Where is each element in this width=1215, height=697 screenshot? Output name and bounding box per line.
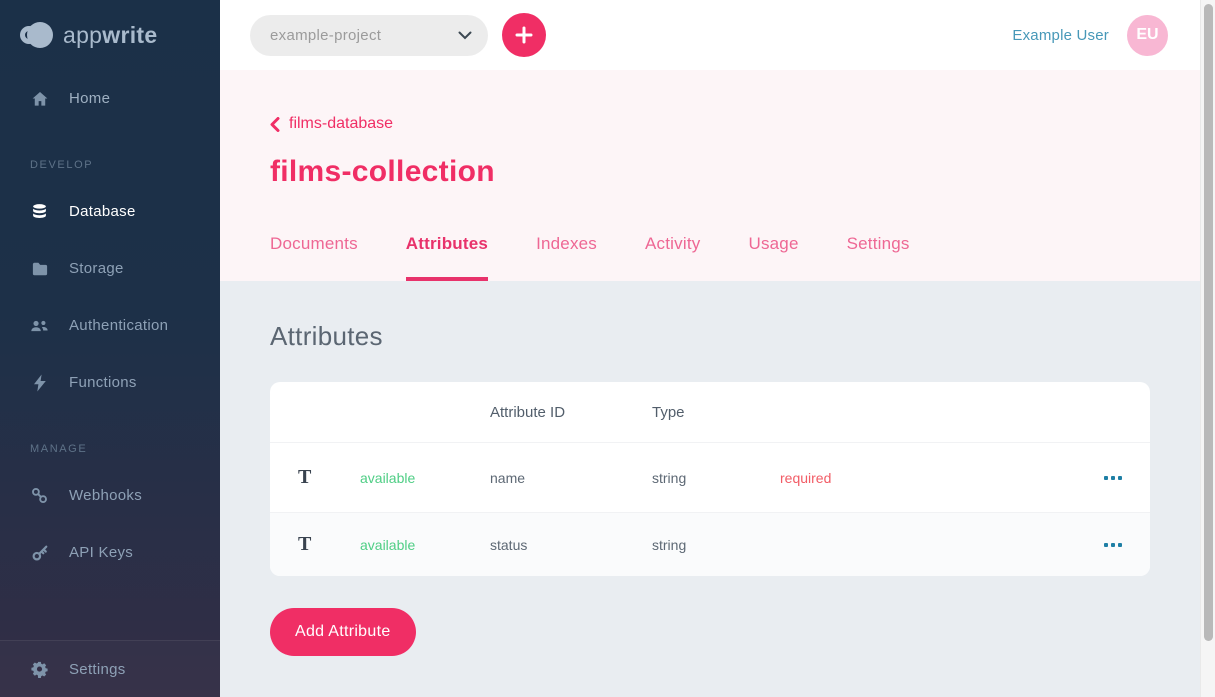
scrollbar-thumb[interactable]	[1204, 4, 1213, 641]
text-attribute-icon: T	[298, 466, 360, 489]
sidebar-item-functions[interactable]: Functions	[0, 354, 220, 411]
sidebar-item-api-keys[interactable]: API Keys	[0, 524, 220, 581]
plus-icon	[515, 26, 533, 44]
gear-icon	[30, 661, 49, 678]
sidebar-item-storage[interactable]: Storage	[0, 240, 220, 297]
sidebar-item-label: Authentication	[69, 317, 168, 334]
lightning-icon	[30, 374, 49, 392]
project-selector[interactable]: example-project	[250, 15, 488, 56]
sidebar-item-home[interactable]: Home	[0, 70, 220, 127]
tab-bar: Documents Attributes Indexes Activity Us…	[270, 234, 1215, 281]
chevron-left-icon	[270, 117, 280, 132]
chain-link-icon	[30, 487, 49, 504]
breadcrumb[interactable]: films-database	[270, 115, 393, 133]
sidebar-section-manage: MANAGE	[30, 431, 220, 467]
content: Attributes Attribute ID Type T available…	[220, 281, 1215, 697]
sidebar-item-authentication[interactable]: Authentication	[0, 297, 220, 354]
add-project-button[interactable]	[502, 13, 546, 57]
attribute-id-cell: status	[490, 537, 652, 553]
type-cell: string	[652, 537, 780, 553]
users-icon	[30, 318, 49, 334]
column-header-type: Type	[652, 404, 780, 421]
user-avatar[interactable]: EU	[1127, 15, 1168, 56]
appwrite-logo-icon	[20, 22, 53, 48]
sidebar-item-settings[interactable]: Settings	[0, 640, 220, 697]
sidebar-item-label: API Keys	[69, 544, 133, 561]
attributes-table: Attribute ID Type T available name strin…	[270, 382, 1150, 576]
row-menu-button[interactable]	[1082, 470, 1122, 486]
status-badge: available	[360, 537, 490, 553]
sidebar-section-develop: DEVELOP	[30, 147, 220, 183]
tab-usage[interactable]: Usage	[748, 234, 798, 281]
type-cell: string	[652, 470, 780, 486]
page-header: films-database films-collection Document…	[220, 70, 1215, 281]
key-icon	[30, 544, 49, 562]
tab-attributes[interactable]: Attributes	[406, 234, 488, 281]
tab-settings[interactable]: Settings	[847, 234, 910, 281]
table-header-row: Attribute ID Type	[270, 382, 1150, 442]
folder-icon	[30, 261, 49, 277]
chevron-down-icon	[458, 31, 472, 40]
column-header-attribute-id: Attribute ID	[490, 404, 652, 421]
main-area: example-project Example User EU films-da…	[220, 0, 1215, 697]
appwrite-logo-text: appwrite	[63, 22, 157, 49]
database-icon	[30, 203, 49, 221]
sidebar: appwrite Home DEVELOP Database Storage A…	[0, 0, 220, 697]
tab-documents[interactable]: Documents	[270, 234, 358, 281]
add-attribute-button[interactable]: Add Attribute	[270, 608, 416, 656]
row-menu-button[interactable]	[1082, 537, 1122, 553]
scrollbar-track[interactable]	[1200, 0, 1215, 697]
sidebar-item-label: Home	[69, 90, 110, 107]
tab-activity[interactable]: Activity	[645, 234, 700, 281]
breadcrumb-label: films-database	[289, 115, 393, 133]
sidebar-item-label: Functions	[69, 374, 137, 391]
sidebar-item-label: Webhooks	[69, 487, 142, 504]
sidebar-item-webhooks[interactable]: Webhooks	[0, 467, 220, 524]
user-name-link[interactable]: Example User	[1012, 27, 1109, 44]
sidebar-item-label: Database	[69, 203, 136, 220]
project-selector-value: example-project	[270, 27, 381, 44]
required-badge: required	[780, 470, 1082, 486]
sidebar-item-label: Storage	[69, 260, 124, 277]
appwrite-logo[interactable]: appwrite	[0, 0, 220, 70]
attribute-id-cell: name	[490, 470, 652, 486]
three-dots-icon	[1104, 476, 1108, 480]
table-row[interactable]: T available status string	[270, 512, 1150, 576]
sidebar-item-database[interactable]: Database	[0, 183, 220, 240]
table-row[interactable]: T available name string required	[270, 442, 1150, 512]
page-title: films-collection	[270, 155, 1215, 189]
sidebar-item-label: Settings	[69, 661, 126, 678]
text-attribute-icon: T	[298, 533, 360, 556]
topbar: example-project Example User EU	[220, 0, 1215, 70]
three-dots-icon	[1104, 543, 1108, 547]
section-heading: Attributes	[270, 321, 1215, 352]
status-badge: available	[360, 470, 490, 486]
home-icon	[30, 90, 49, 108]
tab-indexes[interactable]: Indexes	[536, 234, 597, 281]
